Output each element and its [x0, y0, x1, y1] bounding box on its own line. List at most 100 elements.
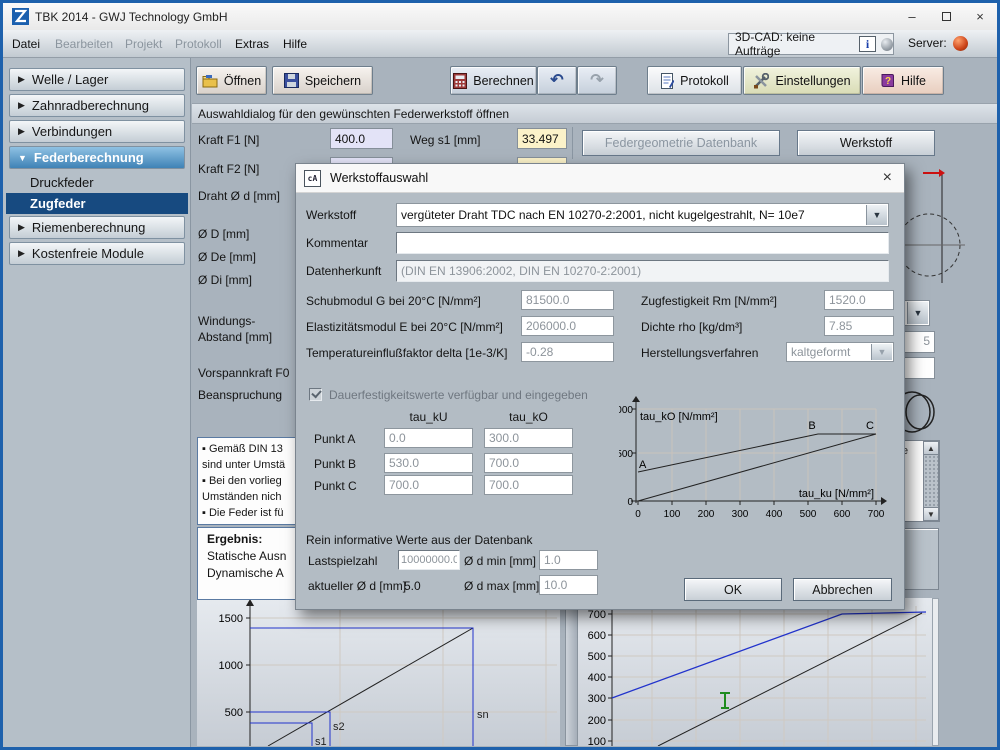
server-status-led-icon [953, 36, 968, 51]
col-header-tau-ku: tau_kU [409, 410, 448, 424]
settings-button[interactable]: Einstellungen [743, 66, 861, 95]
svg-text:500: 500 [800, 509, 817, 520]
svg-text:700: 700 [868, 509, 885, 520]
punkt-b-tau-ko-field[interactable] [484, 453, 573, 473]
scroll-up-icon[interactable]: ▲ [923, 441, 939, 455]
svg-text:0: 0 [635, 509, 641, 520]
cancel-button[interactable]: Abbrechen [793, 578, 892, 601]
svg-text:tau_ku [N/mm²]: tau_ku [N/mm²] [799, 488, 874, 500]
save-button[interactable]: Speichern [272, 66, 373, 95]
punkt-c-tau-ko-field[interactable] [484, 475, 573, 495]
svg-text:1000: 1000 [619, 405, 633, 416]
herstellungsverfahren-dropdown: kaltgeformt ▼ [786, 342, 894, 362]
label-punkt-a: Punkt A [314, 432, 356, 446]
calculate-button[interactable]: Berechnen [450, 66, 537, 95]
scrollbar-thumb[interactable] [923, 455, 939, 507]
d-min-field[interactable] [539, 550, 598, 570]
listbox-scrollbar[interactable]: ▲ ▼ [923, 441, 939, 521]
svg-text:300: 300 [588, 693, 606, 705]
label-kraft-f2: Kraft F2 [N] [198, 162, 260, 176]
goodman-diagram-chart: 700 600 500 400 300 200 100 [578, 598, 932, 746]
dichte-field[interactable] [824, 316, 894, 336]
open-button[interactable]: Öffnen [196, 66, 267, 95]
protocol-button[interactable]: Protokoll [647, 66, 742, 95]
svg-text:500: 500 [619, 449, 633, 460]
menu-hilfe[interactable]: Hilfe [283, 37, 307, 51]
scroll-down-icon[interactable]: ▼ [923, 507, 939, 521]
label-lastspielzahl: Lastspielzahl [308, 554, 378, 568]
calculator-icon [453, 72, 468, 89]
svg-text:500: 500 [225, 707, 243, 719]
chevron-down-icon: ▼ [871, 344, 892, 360]
sidebar-item-riemenberechnung[interactable]: ▶ Riemenberechnung [9, 216, 185, 239]
sidebar-item-verbindungen[interactable]: ▶ Verbindungen [9, 120, 185, 143]
menu-extras[interactable]: Extras [235, 37, 269, 51]
label-kommentar: Kommentar [306, 236, 369, 250]
label-d-min: Ø d min [mm] [464, 554, 537, 568]
ok-button[interactable]: OK [684, 578, 782, 601]
aktueller-d-value: 5.0 [404, 579, 421, 593]
sidebar-nav: ▶ Welle / Lager ▶ Zahnradberechnung ▶ Ve… [3, 58, 191, 747]
label-draht-d: Draht Ø d [mm] [198, 189, 281, 203]
emodul-field[interactable] [521, 316, 614, 336]
sidebar-item-druckfeder[interactable]: Druckfeder [6, 172, 188, 193]
help-button[interactable]: ? Hilfe [862, 66, 944, 95]
svg-text:C: C [866, 420, 874, 432]
kommentar-input[interactable] [396, 232, 889, 254]
sidebar-item-federberechnung[interactable]: ▼ Federberechnung [9, 146, 185, 169]
chevron-down-icon[interactable]: ▼ [907, 302, 928, 324]
sidebar-item-kostenfreie-module[interactable]: ▶ Kostenfreie Module [9, 242, 185, 265]
menu-datei[interactable]: Datei [12, 37, 40, 51]
label-windungs: Windungs- [198, 314, 256, 328]
toolbar-divider [572, 127, 573, 159]
label-vorspannkraft: Vorspannkraft F0 [198, 366, 290, 380]
lastspielzahl-field [398, 550, 460, 570]
sidebar-item-welle-lager[interactable]: ▶ Welle / Lager [9, 68, 185, 91]
federgeometrie-datenbank-button: Federgeometrie Datenbank [582, 130, 780, 156]
undo-button[interactable]: ↶ [537, 66, 577, 95]
chart-right-strip [932, 598, 939, 746]
punkt-a-tau-ko-field[interactable] [484, 428, 573, 448]
chevron-down-icon[interactable]: ▼ [866, 205, 887, 225]
info-button[interactable]: i [859, 36, 876, 52]
label-beanspruchung: Beanspruchung [198, 388, 283, 402]
werkstoff-button[interactable]: Werkstoff [797, 130, 935, 156]
sidebar-item-zahnradberechnung[interactable]: ▶ Zahnradberechnung [9, 94, 185, 117]
close-button[interactable]: × [963, 9, 997, 24]
svg-text:400: 400 [588, 672, 606, 684]
punkt-b-tau-ku-field[interactable] [384, 453, 473, 473]
help-book-icon: ? [881, 74, 894, 87]
chart-splitter[interactable] [565, 598, 578, 746]
maximize-button[interactable] [929, 9, 963, 24]
label-di: Ø Di [mm] [198, 273, 252, 287]
folder-open-icon [202, 74, 218, 87]
svg-text:500: 500 [588, 651, 606, 663]
punkt-c-tau-ku-field[interactable] [384, 475, 473, 495]
dialog-close-icon[interactable]: × [883, 169, 892, 187]
dialog-icon: cA [304, 169, 321, 187]
dialog-title-bar: cA Werkstoffauswahl × [296, 164, 904, 193]
temperaturfaktor-field[interactable] [521, 342, 614, 362]
label-d: Ø D [mm] [198, 227, 250, 241]
punkt-a-tau-ku-field[interactable] [384, 428, 473, 448]
minimize-button[interactable]: – [895, 9, 929, 24]
label-d-max: Ø d max [mm] [464, 579, 540, 593]
collapsed-arrow-icon: ▶ [18, 248, 25, 258]
col-header-tau-ko: tau_kO [509, 410, 548, 424]
info-values-title: Rein informative Werte aus der Datenbank [306, 533, 533, 547]
schubmodul-field[interactable] [521, 290, 614, 310]
kraft-f1-input[interactable] [330, 128, 393, 149]
svg-text:400: 400 [766, 509, 783, 520]
label-kraft-f1: Kraft F1 [N] [198, 133, 260, 147]
werkstoff-dropdown[interactable]: vergüteter Draht TDC nach EN 10270-2:200… [396, 203, 889, 227]
dauerfestigkeit-checkbox [309, 388, 322, 401]
sidebar-item-zugfeder[interactable]: Zugfeder [6, 193, 188, 214]
hidden-panel-fragment [902, 528, 939, 590]
svg-text:700: 700 [588, 609, 606, 621]
dialog-goodman-chart: 1000 500 0 0 100 200 300 400 500 600 700… [619, 396, 887, 520]
save-disk-icon [283, 73, 299, 88]
collapsed-arrow-icon: ▶ [18, 100, 25, 110]
d-max-field[interactable] [539, 575, 598, 595]
menu-projekt: Projekt [125, 37, 163, 51]
zugfestigkeit-field[interactable] [824, 290, 894, 310]
